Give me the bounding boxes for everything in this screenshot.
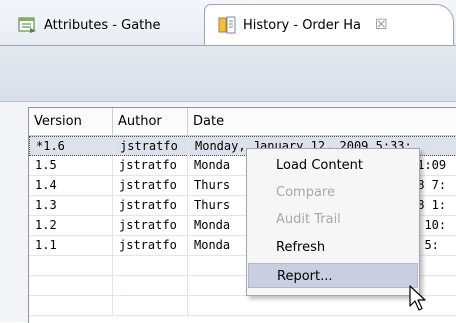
author-cell: jstratfo [113,196,188,215]
editor-tab-bar: Attributes - Gathe History - Order Ha ☒ [0,0,456,46]
menu-item-compare[interactable]: Compare [248,180,418,205]
version-cell: 1.5 [29,156,113,175]
date-text: Thurs [194,178,231,192]
version-cell: 1.3 [29,196,113,215]
author-cell: jstratfo [113,236,188,255]
mouse-pointer-icon [409,285,426,311]
tab-history-label: History - Order Ha [243,17,362,33]
context-menu: Load Content Compare Audit Trail Refresh… [246,148,420,296]
menu-item-refresh[interactable]: Refresh [248,235,418,260]
date-text: Monda [194,218,231,232]
date-text: Thurs [194,198,231,212]
menu-item-load-content[interactable]: Load Content [248,153,418,178]
tab-attributes[interactable]: Attributes - Gathe [2,6,208,44]
table-header: Version Author Date [29,108,456,136]
column-header-author[interactable]: Author [113,108,188,135]
history-icon [218,16,236,34]
close-icon[interactable]: ☒ [375,17,388,33]
version-cell: *1.6 [30,137,114,156]
date-text: Monda [194,158,231,172]
menu-item-report[interactable]: Report... [248,263,418,288]
version-cell: 1.1 [29,236,113,255]
attributes-icon [18,17,36,33]
author-cell: jstratfo [113,216,188,235]
version-cell: 1.2 [29,216,113,235]
column-header-version[interactable]: Version [29,108,113,135]
empty-row [29,296,456,316]
author-cell: jstratfo [113,156,188,175]
tab-history[interactable]: History - Order Ha ☒ [204,4,454,45]
version-cell: 1.4 [29,176,113,195]
column-header-date[interactable]: Date [188,108,456,135]
tab-attributes-label: Attributes - Gathe [44,17,161,33]
author-cell: jstratfo [114,137,189,156]
date-text: Monda [194,238,231,252]
view-toolbar [0,46,456,102]
author-cell: jstratfo [113,176,188,195]
menu-item-audit-trail[interactable]: Audit Trail [248,207,418,232]
